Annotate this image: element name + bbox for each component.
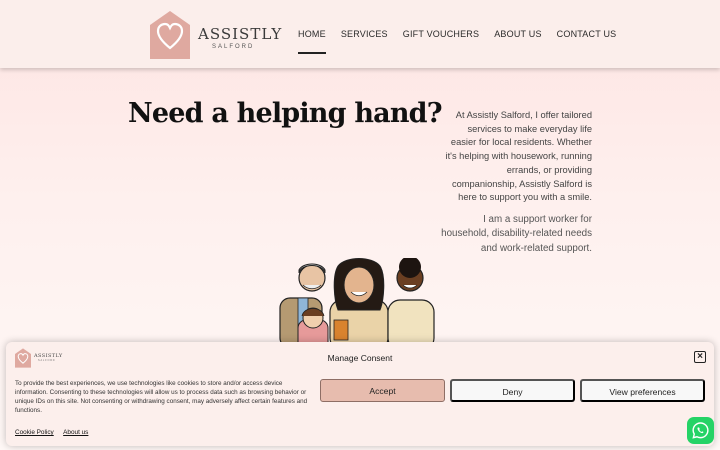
cookie-consent-banner: ASSISTLY SALFORD Manage Consent × To pro…: [6, 342, 714, 446]
hero-intro-text: At Assistly Salford, I offer tailored se…: [445, 110, 592, 203]
consent-description: To provide the best experiences, we use …: [15, 380, 308, 414]
nav-gift-vouchers[interactable]: GIFT VOUCHERS: [403, 0, 479, 68]
consent-title: Manage Consent: [327, 353, 393, 363]
main-nav: HOME SERVICES GIFT VOUCHERS ABOUT US CON…: [298, 0, 631, 68]
whatsapp-icon: [692, 422, 709, 439]
cookie-policy-link[interactable]: Cookie Policy: [15, 429, 54, 436]
people-illustration: [279, 258, 435, 344]
deny-button[interactable]: Deny: [450, 379, 575, 402]
close-icon[interactable]: ×: [694, 351, 706, 363]
hero-support-text: I am a support worker for household, dis…: [441, 214, 592, 254]
accept-button[interactable]: Accept: [320, 379, 445, 402]
whatsapp-button[interactable]: [687, 417, 714, 444]
view-preferences-button[interactable]: View preferences: [580, 379, 705, 402]
logo-text: ASSISTLY: [198, 25, 283, 43]
hero-title: Need a helping hand?: [128, 98, 443, 129]
about-us-link[interactable]: About us: [63, 429, 88, 436]
site-header: ASSISTLY SALFORD HOME SERVICES GIFT VOUC…: [0, 0, 720, 68]
nav-about-us[interactable]: ABOUT US: [494, 0, 541, 68]
house-heart-icon: [150, 11, 190, 59]
nav-contact-us[interactable]: CONTACT US: [557, 0, 617, 68]
logo-subtext: SALFORD: [212, 44, 255, 50]
site-logo[interactable]: ASSISTLY SALFORD: [150, 11, 281, 61]
nav-services[interactable]: SERVICES: [341, 0, 388, 68]
nav-home[interactable]: HOME: [298, 0, 326, 68]
consent-links: Cookie Policy About us: [15, 429, 96, 436]
